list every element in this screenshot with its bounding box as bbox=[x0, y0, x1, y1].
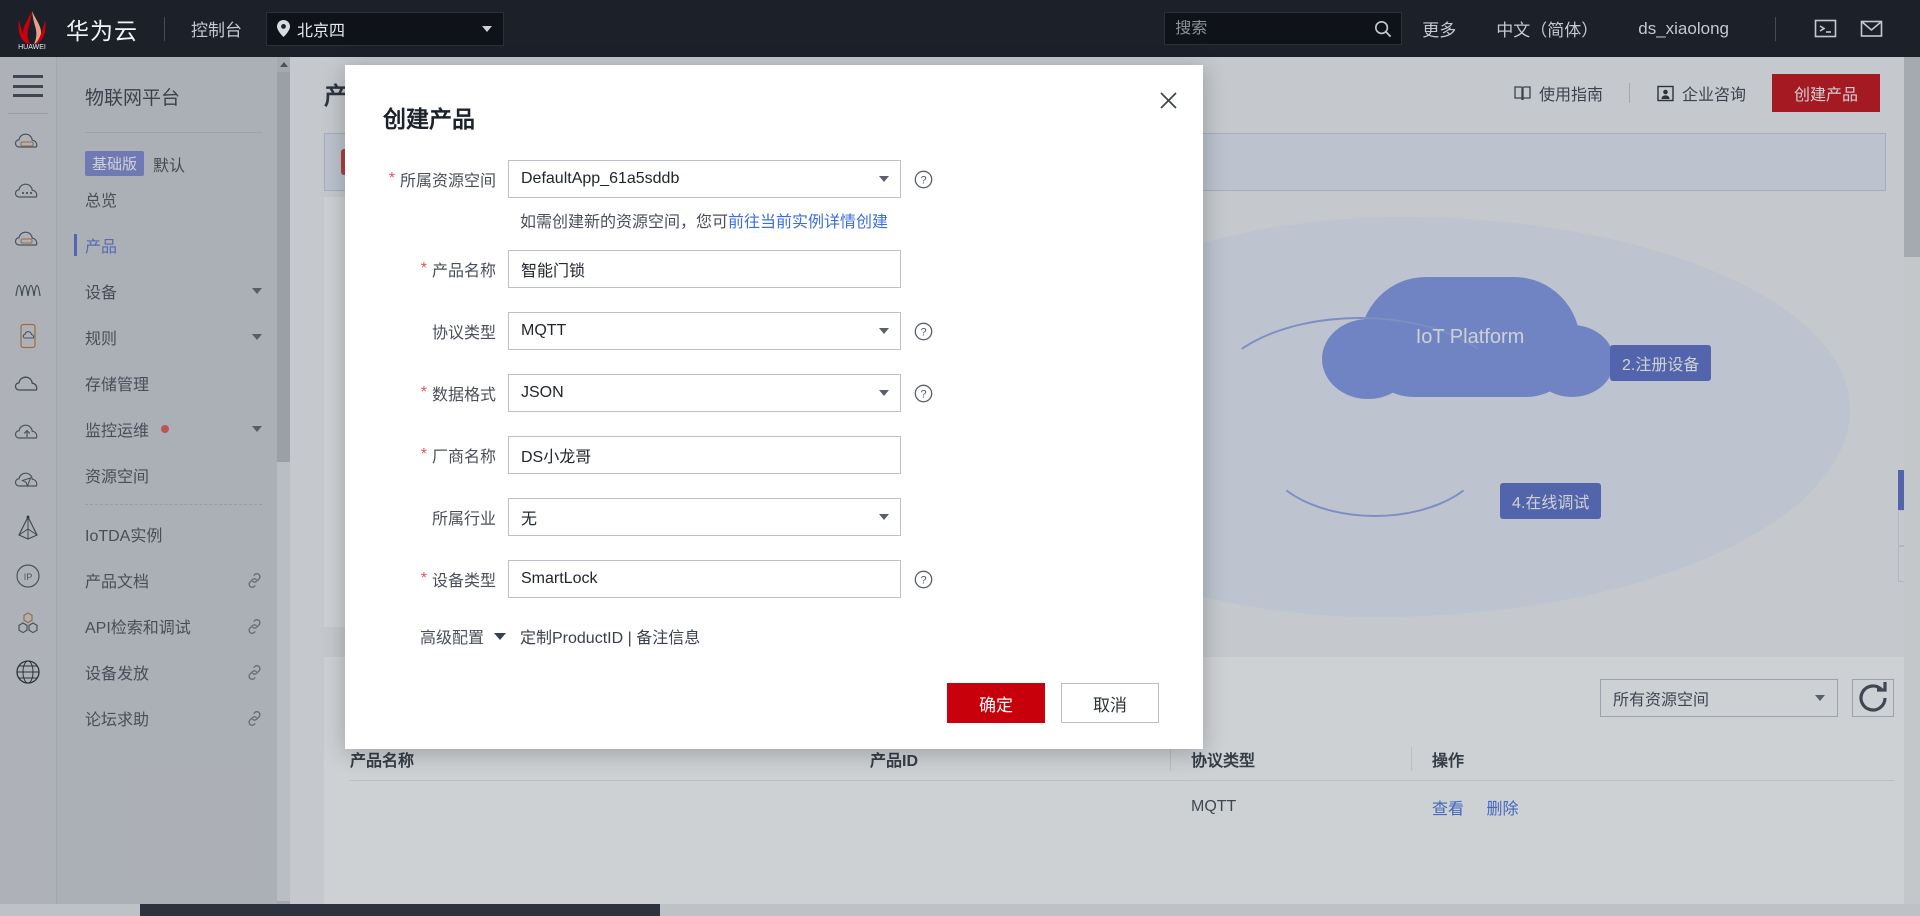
field-manufacturer-name: * 厂商名称 bbox=[345, 436, 1203, 474]
svg-text:?: ? bbox=[920, 174, 926, 186]
field-label: 数据格式 bbox=[431, 387, 496, 404]
region-value: 北京四 bbox=[297, 22, 346, 40]
field-data-format: * 数据格式 JSON ? bbox=[345, 374, 1203, 412]
create-product-dialog: 创建产品 * 所属资源空间 DefaultApp_61a5sddb ? 如需创建… bbox=[345, 65, 1203, 749]
dialog-title: 创建产品 bbox=[383, 106, 475, 132]
cancel-button[interactable]: 取消 bbox=[1061, 683, 1159, 723]
svg-text:?: ? bbox=[920, 574, 926, 586]
field-control: DefaultApp_61a5sddb bbox=[508, 160, 901, 198]
header-right-group: 更多 中文（简体） ds_xiaolong bbox=[1164, 0, 1920, 57]
required-marker-icon: * bbox=[420, 570, 427, 587]
field-label-wrap: * 所属资源空间 bbox=[345, 167, 508, 191]
device-type-input[interactable] bbox=[508, 560, 901, 598]
industry-value: 无 bbox=[521, 511, 538, 528]
field-label-wrap: * 设备类型 bbox=[345, 567, 508, 591]
advanced-config-summary: 定制ProductID | 备注信息 bbox=[520, 630, 701, 647]
chevron-down-icon bbox=[482, 25, 492, 32]
help-icon[interactable]: ? bbox=[914, 322, 933, 341]
field-resource-space: * 所属资源空间 DefaultApp_61a5sddb ? bbox=[345, 160, 1203, 198]
huawei-flower-icon: HUAWEI bbox=[18, 10, 46, 50]
field-label-wrap: * 厂商名称 bbox=[345, 443, 508, 467]
search-icon[interactable] bbox=[1374, 20, 1392, 38]
go-to-instance-link[interactable]: 前往当前实例详情创建 bbox=[728, 214, 888, 231]
field-control bbox=[508, 436, 901, 474]
close-icon bbox=[1159, 91, 1177, 109]
location-pin-icon bbox=[277, 20, 290, 37]
advanced-config-label: 高级配置 bbox=[419, 630, 484, 647]
svg-text:HUAWEI: HUAWEI bbox=[18, 44, 46, 50]
field-device-type: * 设备类型 ? bbox=[345, 560, 1203, 598]
header-divider bbox=[164, 16, 165, 41]
required-marker-icon: * bbox=[420, 260, 427, 277]
field-label: 所属行业 bbox=[431, 511, 496, 528]
field-label-wrap: * 数据格式 bbox=[345, 381, 508, 405]
search-input[interactable] bbox=[1175, 19, 1366, 38]
chevron-down-icon bbox=[879, 176, 889, 182]
resource-space-value: DefaultApp_61a5sddb bbox=[521, 170, 680, 187]
protocol-type-select[interactable]: MQTT bbox=[508, 312, 901, 350]
create-product-form: * 所属资源空间 DefaultApp_61a5sddb ? 如需创建新的资源空… bbox=[345, 134, 1203, 648]
help-icon[interactable]: ? bbox=[914, 384, 933, 403]
field-control: 无 bbox=[508, 498, 901, 536]
global-search[interactable] bbox=[1164, 12, 1403, 45]
terminal-icon bbox=[1814, 19, 1836, 38]
field-label: 协议类型 bbox=[431, 325, 496, 342]
confirm-button[interactable]: 确定 bbox=[947, 683, 1045, 723]
resource-space-select[interactable]: DefaultApp_61a5sddb bbox=[508, 160, 901, 198]
field-control: JSON bbox=[508, 374, 901, 412]
field-control: MQTT bbox=[508, 312, 901, 350]
chevron-down-icon bbox=[879, 390, 889, 396]
field-control bbox=[508, 560, 901, 598]
required-marker-icon: * bbox=[420, 384, 427, 401]
messages-button[interactable] bbox=[1848, 0, 1894, 57]
more-menu[interactable]: 更多 bbox=[1402, 16, 1476, 41]
protocol-type-value: MQTT bbox=[521, 322, 567, 339]
field-label: 设备类型 bbox=[431, 573, 496, 590]
field-label: 所属资源空间 bbox=[399, 173, 496, 190]
chevron-down-icon bbox=[879, 514, 889, 520]
huawei-logo-icon[interactable]: HUAWEI bbox=[0, 0, 64, 57]
field-label-wrap: 协议类型 bbox=[345, 319, 508, 343]
svg-text:?: ? bbox=[920, 326, 926, 338]
region-selector[interactable]: 北京四 bbox=[266, 11, 504, 46]
data-format-select[interactable]: JSON bbox=[508, 374, 901, 412]
field-protocol-type: 协议类型 MQTT ? bbox=[345, 312, 1203, 350]
field-product-name: * 产品名称 bbox=[345, 250, 1203, 288]
advanced-config-row: 高级配置 定制ProductID | 备注信息 bbox=[345, 624, 1203, 648]
chevron-down-icon bbox=[494, 632, 506, 640]
hint-text: 如需创建新的资源空间，您可前往当前实例详情创建 bbox=[520, 208, 888, 232]
help-icon[interactable]: ? bbox=[914, 570, 933, 589]
dialog-footer: 确定 取消 bbox=[345, 657, 1203, 749]
help-icon[interactable]: ? bbox=[914, 170, 933, 189]
data-format-value: JSON bbox=[521, 384, 564, 401]
console-link[interactable]: 控制台 bbox=[191, 16, 242, 41]
cloudshell-button[interactable] bbox=[1802, 0, 1848, 57]
manufacturer-name-input[interactable] bbox=[508, 436, 901, 474]
field-label: 厂商名称 bbox=[431, 449, 496, 466]
mail-icon bbox=[1860, 20, 1882, 37]
required-marker-icon: * bbox=[420, 446, 427, 463]
svg-text:?: ? bbox=[920, 388, 926, 400]
language-switch[interactable]: 中文（简体） bbox=[1476, 16, 1618, 41]
required-marker-icon: * bbox=[388, 170, 395, 187]
user-account[interactable]: ds_xiaolong bbox=[1618, 19, 1749, 39]
advanced-config-toggle[interactable]: 高级配置 bbox=[345, 624, 520, 648]
brand-name: 华为云 bbox=[66, 17, 138, 44]
hint-static-text: 如需创建新的资源空间，您可 bbox=[520, 214, 729, 231]
field-control bbox=[508, 250, 901, 288]
field-label-wrap: * 产品名称 bbox=[345, 257, 508, 281]
product-name-input[interactable] bbox=[508, 250, 901, 288]
field-label-wrap: 所属行业 bbox=[345, 505, 508, 529]
field-industry: 所属行业 无 bbox=[345, 498, 1203, 536]
header-divider-2 bbox=[1775, 16, 1776, 41]
industry-select[interactable]: 无 bbox=[508, 498, 901, 536]
close-dialog-button[interactable] bbox=[1151, 83, 1185, 117]
field-label: 产品名称 bbox=[431, 263, 496, 280]
top-header-bar: HUAWEI 华为云 控制台 北京四 更多 中文（简体） ds_ bbox=[0, 0, 1920, 57]
chevron-down-icon bbox=[879, 328, 889, 334]
resource-space-hint: 如需创建新的资源空间，您可前往当前实例详情创建 bbox=[345, 208, 1203, 232]
